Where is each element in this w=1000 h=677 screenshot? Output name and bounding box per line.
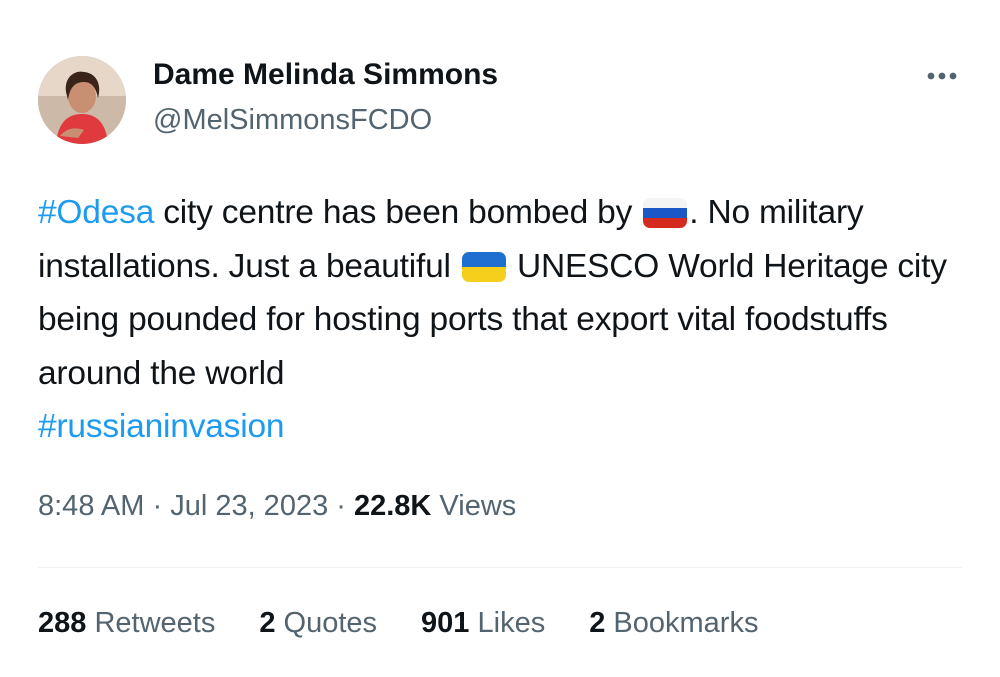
views-count: 22.8K — [353, 490, 432, 522]
retweets-count: 288 — [38, 607, 87, 639]
likes-label: Likes — [469, 607, 546, 639]
tweet-time[interactable]: 8:48 AM — [38, 490, 144, 522]
quotes-label: Quotes — [275, 607, 378, 639]
views-label: Views — [431, 490, 517, 522]
likes-count: 901 — [421, 607, 470, 639]
likes-stat[interactable]: 901 Likes — [421, 607, 545, 640]
separator: · — [144, 490, 171, 522]
author-handle[interactable]: @MelSimmonsFCDO — [153, 104, 432, 137]
divider — [38, 567, 962, 568]
bookmarks-stat[interactable]: 2 Bookmarks — [589, 607, 758, 640]
retweets-label: Retweets — [86, 607, 216, 639]
hashtag-russianinvasion-link[interactable]: #russianinvasion — [38, 408, 285, 445]
bookmarks-count: 2 — [589, 607, 606, 639]
tweet-text-segment: city centre has been bombed by — [154, 194, 642, 231]
russia-flag-icon — [643, 198, 688, 228]
retweets-stat[interactable]: 288 Retweets — [38, 607, 215, 640]
bookmarks-label: Bookmarks — [605, 607, 759, 639]
tweet-meta: 8:48 AM · Jul 23, 2023 · 22.8K Views — [38, 490, 516, 523]
tweet-date[interactable]: Jul 23, 2023 — [170, 490, 328, 522]
quotes-stat[interactable]: 2 Quotes — [259, 607, 377, 640]
avatar[interactable] — [38, 56, 126, 144]
tweet-text: #Odesa city centre has been bombed by . … — [38, 186, 968, 454]
quotes-count: 2 — [259, 607, 276, 639]
engagement-stats: 288 Retweets 2 Quotes 901 Likes 2 Bookma… — [38, 607, 802, 640]
hashtag-odesa-link[interactable]: #Odesa — [38, 194, 154, 231]
separator: · — [328, 490, 354, 522]
more-options-icon[interactable] — [920, 62, 964, 90]
author-display-name[interactable]: Dame Melinda Simmons — [153, 58, 498, 92]
ukraine-flag-icon — [461, 251, 506, 282]
